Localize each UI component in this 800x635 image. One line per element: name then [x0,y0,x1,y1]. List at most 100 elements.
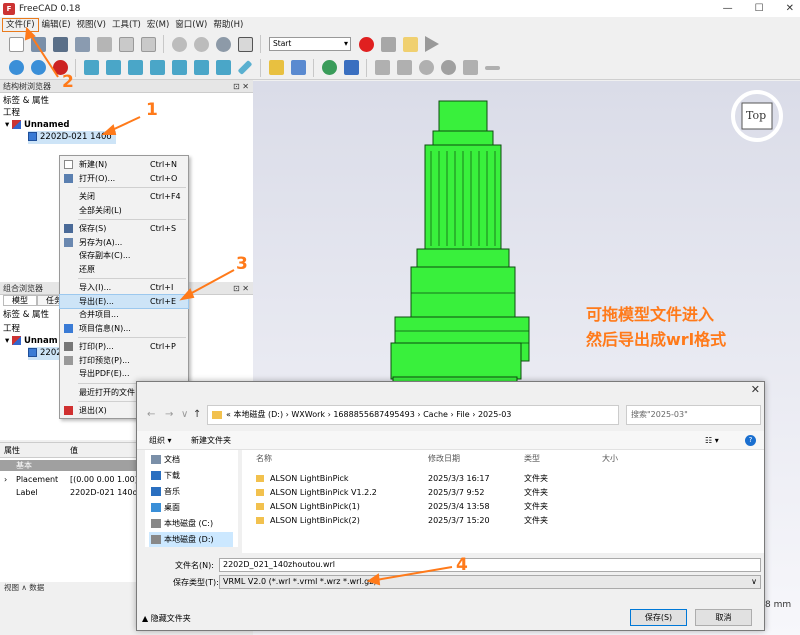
file-row[interactable]: ALSON LightBinPick(2) 2025/3/7 15:20 文件夹 [242,514,764,528]
property-group-base[interactable]: 基本 [0,460,137,471]
record-macro-button[interactable] [356,34,376,54]
cancel-button[interactable]: 取消 [695,609,752,626]
zoom-in-button[interactable] [460,58,480,78]
file-row[interactable]: ALSON LightBinPick 2025/3/3 16:17 文件夹 [242,472,764,486]
help-icon[interactable]: ? [745,435,756,446]
navigation-cube[interactable]: Top [726,85,788,147]
edit-macro-button[interactable] [400,34,420,54]
menu-window[interactable]: 窗口(W) [172,18,210,32]
crumb-cache[interactable]: Cache [423,410,448,419]
forward-arrow-icon[interactable]: → [165,409,173,420]
crumb-file[interactable]: File [456,410,469,419]
panel-controls[interactable]: ⊡ ✕ [233,282,249,295]
web-button[interactable] [319,58,339,78]
tree-item-part[interactable]: 2202D-021 140o [28,131,116,144]
property-value[interactable]: [(0.00 0.00 1.00); [70,473,137,486]
column-size[interactable]: 大小 [602,453,618,464]
combo-tree-item-part[interactable]: 2202 [28,347,62,360]
whats-this-button[interactable] [235,34,255,54]
panel-controls[interactable]: ⊡ ✕ [233,80,249,93]
save-as-button[interactable] [72,34,92,54]
minimize-button[interactable]: — [723,0,733,17]
measure-button[interactable] [235,58,255,78]
nav-item[interactable]: 本地磁盘 (D:) [149,532,233,547]
property-row-placement[interactable]: › Placement [(0.00 0.00 1.00); [0,473,137,486]
view-left-button[interactable] [213,58,233,78]
menu-item[interactable]: 项目信息(N)... [60,322,188,335]
nav-item[interactable]: 下载 [149,468,233,483]
property-tabs[interactable]: 视图 ∧ 数据 [0,583,137,593]
column-name[interactable]: 名称 [256,453,272,464]
copy-button[interactable] [116,34,136,54]
back-arrow-icon[interactable]: ← [147,409,155,420]
view-rear-button[interactable] [169,58,189,78]
view-top-button[interactable] [125,58,145,78]
menu-item[interactable]: 导入(I)... Ctrl+I [60,281,188,294]
menu-tools[interactable]: 工具(T) [109,18,144,32]
filetype-select[interactable]: VRML V2.0 (*.wrl *.vrml *.wrz *.wrl.gz) ∨ [219,575,761,589]
zoom-out-button[interactable] [482,58,502,78]
cut-button[interactable] [94,34,114,54]
menu-item[interactable]: 保存(S) Ctrl+S [60,222,188,235]
group-button[interactable] [288,58,308,78]
menu-item[interactable]: 打印预览(P)... [60,354,188,367]
nav-item[interactable]: 音乐 [149,484,233,499]
filename-input[interactable]: 2202D_021_140zhoutou.wrl [219,558,761,572]
menu-item[interactable]: 导出(E)... Ctrl+E [59,293,189,309]
nav-refresh-button[interactable] [416,58,436,78]
file-row[interactable]: ALSON LightBinPick(1) 2025/3/4 13:58 文件夹 [242,500,764,514]
menu-item[interactable]: 关闭 Ctrl+F4 [60,190,188,203]
expand-arrow-icon[interactable]: › [4,473,7,486]
column-date[interactable]: 修改日期 [428,453,460,464]
save-button[interactable]: 保存(S) [630,609,687,626]
view-front-button[interactable] [103,58,123,78]
hide-folders-toggle[interactable]: ▲ 隐藏文件夹 [142,613,191,624]
maximize-button[interactable]: ☐ [755,0,764,17]
menu-item[interactable]: 全部关闭(L) [60,204,188,217]
navcube-top-face[interactable]: Top [746,109,766,122]
menu-item[interactable]: 还原 [60,263,188,276]
open-button[interactable] [28,34,48,54]
menu-item[interactable]: 另存为(A)... [60,236,188,249]
dialog-close-button[interactable]: ✕ [751,383,760,396]
nav-forward-button[interactable] [394,58,414,78]
collapse-arrow-icon[interactable]: ▾ [5,120,12,130]
crumb-id[interactable]: 1688855687495493 [333,410,414,419]
crumb-wxwork[interactable]: WXWork [291,410,325,419]
menu-item[interactable]: 保存副本(C)... [60,249,188,262]
undo-button[interactable] [169,34,189,54]
menu-item[interactable]: 新建(N) Ctrl+N [60,158,188,171]
search-input[interactable]: 搜索"2025-03" [626,405,761,425]
menu-item[interactable]: 合并项目... [60,308,188,321]
view-right-button[interactable] [147,58,167,78]
part-button[interactable] [266,58,286,78]
nav-item[interactable]: 桌面 [149,500,233,515]
property-value[interactable]: 2202D-021 140o [70,486,137,499]
menu-macro[interactable]: 宏(M) [144,18,172,32]
address-bar[interactable]: « 本地磁盘 (D:) › WXWork › 1688855687495493 … [207,405,619,425]
view-bottom-button[interactable] [191,58,211,78]
macro-combo[interactable]: Start [269,37,351,51]
menu-item[interactable]: 打印(P)... Ctrl+P [60,340,188,353]
menu-view[interactable]: 视图(V) [74,18,109,32]
redo-button[interactable] [191,34,211,54]
organize-button[interactable]: 组织 ▾ [149,431,172,450]
save-button[interactable] [50,34,70,54]
menu-edit[interactable]: 编辑(E) [39,18,74,32]
column-type[interactable]: 类型 [524,453,540,464]
nav-stop-button[interactable] [438,58,458,78]
recent-dropdown-icon[interactable]: ∨ [181,409,188,420]
refresh-button[interactable] [213,34,233,54]
tab-model[interactable]: 模型 [3,295,37,306]
new-button[interactable] [6,34,26,54]
web-go-button[interactable] [341,58,361,78]
new-folder-button[interactable]: 新建文件夹 [191,431,231,450]
run-macro-button[interactable] [422,34,442,54]
nav-item[interactable]: 本地磁盘 (C:) [149,516,233,531]
collapse-arrow-icon[interactable]: ▾ [5,336,12,346]
close-button[interactable]: ✕ [786,0,794,17]
nav-back-button[interactable] [372,58,392,78]
menu-item[interactable]: 导出PDF(E)... [60,367,188,380]
paste-button[interactable] [138,34,158,54]
up-arrow-icon[interactable]: ↑ [193,409,201,420]
